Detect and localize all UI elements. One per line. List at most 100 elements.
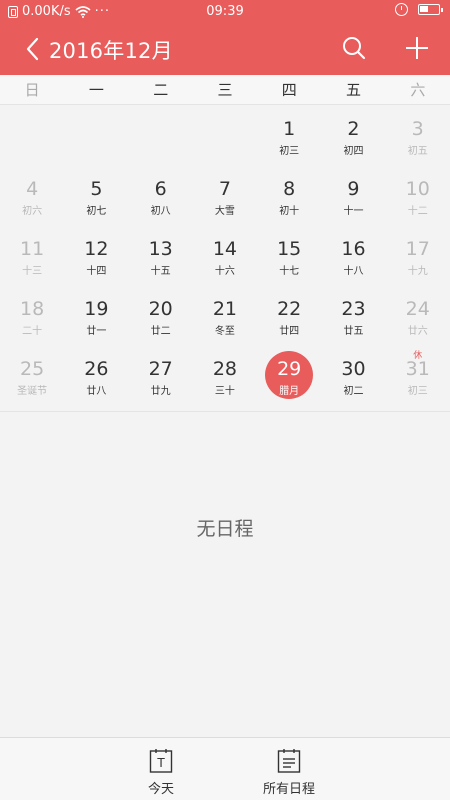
weekday-sat: 六 — [410, 81, 426, 99]
calendar-grid: 1 初三 2 初四 3 初五 4 初六 5 初七 6 初八 7 大雪 8 初十 9 十一 10 十二 11 十三 12 十四 1… — [0, 106, 450, 412]
day-number: 15 — [277, 238, 302, 260]
weekday-fri: 五 — [346, 81, 362, 99]
lunar-date: 十四 — [86, 266, 107, 277]
calendar-day-cell[interactable]: 18 二十 — [0, 286, 64, 346]
day-number: 23 — [341, 298, 366, 320]
calendar-week-row: 18 二十 19 廿一 20 廿二 21 冬至 22 廿四 23 廿五 24 廿六 — [0, 286, 450, 346]
calendar-week-row: 11 十三 12 十四 13 十五 14 十六 15 十七 16 十八 17 十九 — [0, 226, 450, 286]
calendar-day-cell[interactable]: 7 大雪 — [193, 166, 257, 226]
lunar-date: 廿四 — [279, 326, 300, 337]
today-icon-letter: T — [156, 756, 165, 770]
lunar-date: 十七 — [279, 266, 300, 277]
weekday-wed: 三 — [217, 81, 233, 99]
weekday-thu: 四 — [281, 81, 297, 99]
lunar-date: 腊月 — [279, 386, 300, 397]
calendar-day-cell[interactable]: 2 初四 — [321, 106, 385, 166]
calendar-day-cell[interactable]: 30 初二 — [321, 346, 385, 406]
today-button[interactable]: T 今天 — [116, 738, 206, 800]
day-number: 30 — [341, 358, 366, 380]
calendar-day-cell[interactable]: 6 初八 — [129, 166, 193, 226]
calendar-day-cell[interactable]: 14 十六 — [193, 226, 257, 286]
calendar-week-row: 25 圣诞节 26 廿八 27 廿九 28 三十 29 腊月 30 初二休 31 初三 — [0, 346, 450, 406]
weekday-header: 日 一 二 三 四 五 六 — [0, 75, 450, 105]
day-number: 12 — [84, 238, 109, 260]
calendar-day-cell[interactable]: 8 初十 — [257, 166, 321, 226]
calendar-day-cell[interactable]: 3 初五 — [386, 106, 450, 166]
calendar-day-cell[interactable]: 27 廿九 — [129, 346, 193, 406]
calendar-day-cell[interactable]: 24 廿六 — [386, 286, 450, 346]
lunar-date: 廿九 — [150, 386, 171, 397]
day-number: 14 — [212, 238, 238, 260]
lunar-date: 初三 — [407, 386, 428, 397]
weekday-mon: 一 — [88, 81, 104, 99]
day-number: 8 — [283, 178, 296, 200]
calendar-day-cell[interactable]: 26 廿八 — [64, 346, 128, 406]
calendar-day-cell[interactable]: 1 初三 — [257, 106, 321, 166]
day-number: 22 — [277, 298, 302, 320]
calendar-day-cell[interactable]: 11 十三 — [0, 226, 64, 286]
calendar-day-cell[interactable]: 休 31 初三 — [386, 346, 450, 406]
calendar-day-cell[interactable]: 19 廿一 — [64, 286, 128, 346]
calendar-day-cell[interactable]: 5 初七 — [64, 166, 128, 226]
calendar-day-cell[interactable]: 23 廿五 — [321, 286, 385, 346]
day-number: 29 — [277, 358, 302, 380]
day-number: 3 — [411, 118, 424, 140]
lunar-date: 十九 — [407, 266, 428, 277]
calendar-day-cell[interactable]: 16 十八 — [321, 226, 385, 286]
calendar-day-cell[interactable]: 12 十四 — [64, 226, 128, 286]
month-title[interactable]: 2016年12月 — [49, 35, 173, 65]
list-calendar-icon — [277, 749, 301, 773]
day-number: 9 — [347, 178, 360, 200]
calendar-day-cell[interactable]: 13 十五 — [129, 226, 193, 286]
bottom-toolbar: T 今天 所有日程 — [0, 737, 450, 800]
day-number: 31 — [405, 358, 430, 380]
calendar-day-cell[interactable]: 10 十二 — [386, 166, 450, 226]
calendar-day-cell[interactable]: 4 初六 — [0, 166, 64, 226]
calendar-week-row: 4 初六 5 初七 6 初八 7 大雪 8 初十 9 十一 10 十二 — [0, 166, 450, 226]
day-number: 27 — [148, 358, 173, 380]
all-events-button[interactable]: 所有日程 — [244, 738, 334, 800]
battery-icon — [418, 4, 443, 15]
lunar-date: 冬至 — [214, 326, 235, 337]
day-number: 13 — [148, 238, 173, 260]
add-icon[interactable] — [404, 35, 430, 61]
calendar-day-cell[interactable]: 28 三十 — [193, 346, 257, 406]
calendar-day-cell[interactable]: 25 圣诞节 — [0, 346, 64, 406]
day-number: 6 — [154, 178, 167, 200]
day-number: 11 — [20, 238, 45, 260]
calendar-day-cell[interactable]: 20 廿二 — [129, 286, 193, 346]
search-icon[interactable] — [341, 35, 367, 61]
back-chevron-icon[interactable] — [22, 36, 46, 62]
calendar-day-cell[interactable]: 21 冬至 — [193, 286, 257, 346]
lunar-date: 十八 — [343, 266, 364, 277]
calendar-empty-cell — [193, 106, 257, 166]
lunar-date: 十三 — [22, 266, 43, 277]
day-number: 1 — [283, 118, 296, 140]
day-number: 28 — [212, 358, 238, 380]
lunar-date: 初三 — [279, 146, 300, 157]
lunar-date: 三十 — [214, 386, 235, 397]
lunar-date: 初十 — [279, 206, 300, 217]
day-number: 18 — [20, 298, 45, 320]
lunar-date: 二十 — [22, 326, 43, 337]
day-number: 24 — [405, 298, 430, 320]
lunar-date: 十六 — [214, 266, 235, 277]
calendar-day-cell[interactable]: 29 腊月 — [257, 346, 321, 406]
weekday-sun: 日 — [24, 81, 40, 99]
lunar-date: 圣诞节 — [17, 386, 48, 397]
calendar-day-cell[interactable]: 15 十七 — [257, 226, 321, 286]
lunar-date: 廿五 — [343, 326, 364, 337]
no-events-text: 无日程 — [196, 518, 254, 540]
today-label: 今天 — [147, 782, 174, 797]
lunar-date: 初七 — [86, 206, 107, 217]
status-time: 09:39 — [206, 4, 244, 19]
calendar-empty-cell — [0, 106, 64, 166]
calendar-day-cell[interactable]: 9 十一 — [321, 166, 385, 226]
alarm-icon — [395, 3, 408, 16]
day-number: 19 — [84, 298, 109, 320]
lunar-date: 廿六 — [407, 326, 428, 337]
day-number: 21 — [212, 298, 238, 320]
calendar-day-cell[interactable]: 22 廿四 — [257, 286, 321, 346]
calendar-day-cell[interactable]: 17 十九 — [386, 226, 450, 286]
day-number: 25 — [20, 358, 45, 380]
